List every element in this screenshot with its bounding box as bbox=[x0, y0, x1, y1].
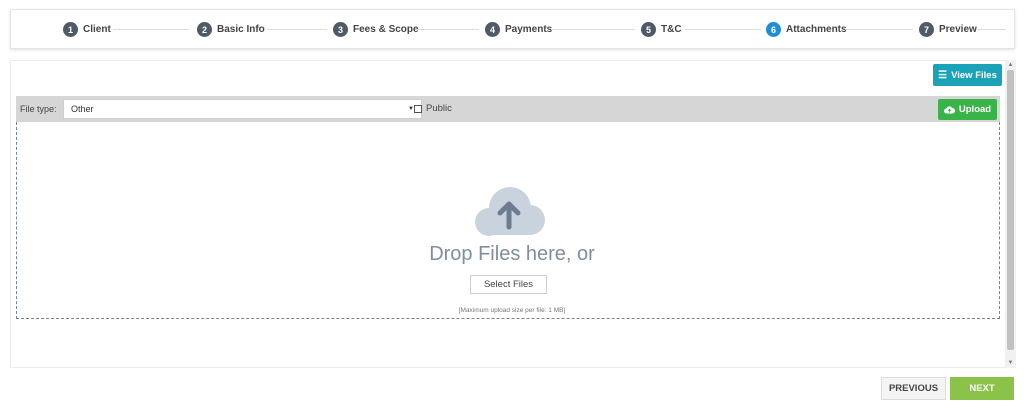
step-label: Client bbox=[83, 24, 111, 35]
drop-files-text: Drop Files here, or bbox=[429, 243, 595, 265]
scroll-up-icon[interactable]: ▲ bbox=[1005, 60, 1016, 70]
step-connector bbox=[551, 29, 635, 30]
upload-toolbar: File type: Other ▼ Public Upload bbox=[16, 96, 1000, 122]
cloud-upload-icon bbox=[475, 187, 545, 236]
step-basic-info[interactable]: 2 Basic Info bbox=[197, 22, 265, 37]
step-label: Payments bbox=[505, 24, 553, 35]
step-label: Attachments bbox=[786, 24, 847, 35]
list-icon: ☰ bbox=[938, 69, 948, 81]
step-connector bbox=[845, 29, 913, 30]
file-type-select[interactable]: Other ▼ bbox=[63, 99, 422, 119]
file-type-value: Other bbox=[71, 104, 94, 114]
select-files-button[interactable]: Select Files bbox=[470, 275, 547, 294]
next-button[interactable]: NEXT bbox=[950, 377, 1014, 400]
step-connector bbox=[415, 29, 479, 30]
view-files-button[interactable]: ☰ View Files bbox=[933, 64, 1002, 86]
step-preview[interactable]: 7 Preview bbox=[919, 22, 977, 37]
step-number: 6 bbox=[766, 22, 781, 37]
step-label: Preview bbox=[939, 24, 977, 35]
step-number: 3 bbox=[333, 22, 348, 37]
upload-label: Upload bbox=[958, 104, 992, 115]
step-tc[interactable]: 5 T&C bbox=[641, 22, 682, 37]
scrollbar[interactable]: ▲ ▼ bbox=[1005, 60, 1016, 368]
step-connector bbox=[685, 29, 761, 30]
file-type-label: File type: bbox=[20, 104, 57, 114]
step-label: Basic Info bbox=[217, 24, 265, 35]
previous-button[interactable]: PREVIOUS bbox=[881, 377, 946, 400]
max-upload-size-note: [Maximum upload size per file: 1 MB] bbox=[458, 307, 566, 314]
cloud-upload-small-icon bbox=[943, 105, 955, 113]
step-payments[interactable]: 4 Payments bbox=[485, 22, 552, 37]
view-files-label: View Files bbox=[951, 69, 997, 81]
step-number: 7 bbox=[919, 22, 934, 37]
step-connector bbox=[113, 29, 189, 30]
step-label: T&C bbox=[661, 24, 682, 35]
step-client[interactable]: 1 Client bbox=[63, 22, 111, 37]
step-fees-scope[interactable]: 3 Fees & Scope bbox=[333, 22, 419, 37]
step-attachments[interactable]: 6 Attachments bbox=[766, 22, 847, 37]
step-number: 5 bbox=[641, 22, 656, 37]
public-option[interactable]: Public bbox=[414, 103, 452, 114]
upload-button[interactable]: Upload bbox=[938, 99, 997, 120]
step-connector bbox=[976, 29, 1006, 30]
step-number: 4 bbox=[485, 22, 500, 37]
step-connector bbox=[267, 29, 327, 30]
public-label: Public bbox=[426, 103, 452, 114]
wizard-stepper: 1 Client 2 Basic Info 3 Fees & Scope 4 P… bbox=[10, 9, 1015, 49]
step-number: 1 bbox=[63, 22, 78, 37]
public-checkbox[interactable] bbox=[414, 104, 422, 113]
step-label: Fees & Scope bbox=[353, 24, 419, 35]
step-number: 2 bbox=[197, 22, 212, 37]
scroll-down-icon[interactable]: ▼ bbox=[1005, 358, 1016, 368]
